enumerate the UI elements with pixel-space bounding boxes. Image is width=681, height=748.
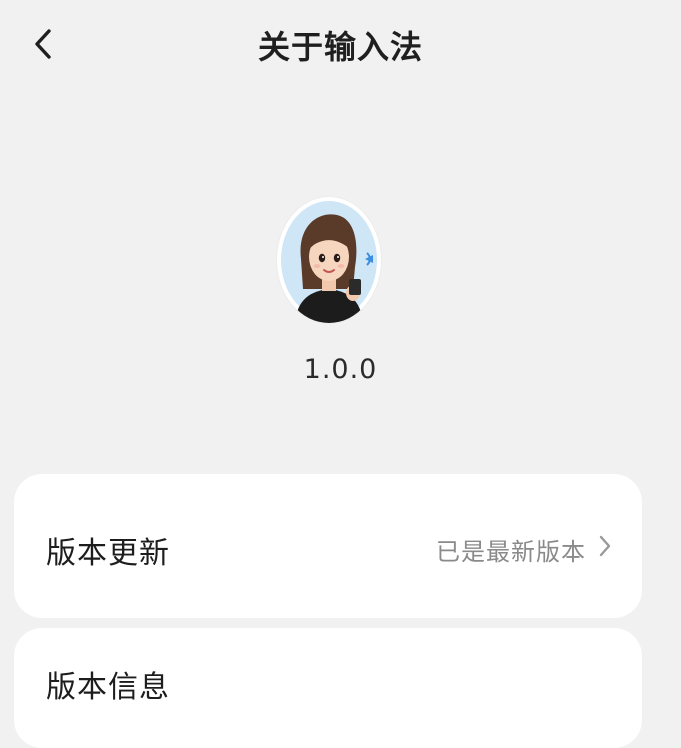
version-info-label: 版本信息 (46, 670, 170, 705)
version-update-row[interactable]: 版本更新 已是最新版本 (14, 474, 642, 618)
chevron-right-icon (596, 532, 614, 560)
version-info-card: 版本信息 (14, 628, 642, 748)
version-update-status: 已是最新版本 (436, 538, 586, 566)
page-title: 关于输入法 (257, 28, 423, 66)
top-bar: 关于输入法 (0, 0, 681, 90)
cartoon-girl-avatar-icon (281, 201, 377, 323)
version-update-label: 版本更新 (46, 536, 170, 571)
app-avatar (277, 197, 381, 323)
app-version: 1.0.0 (303, 354, 378, 385)
